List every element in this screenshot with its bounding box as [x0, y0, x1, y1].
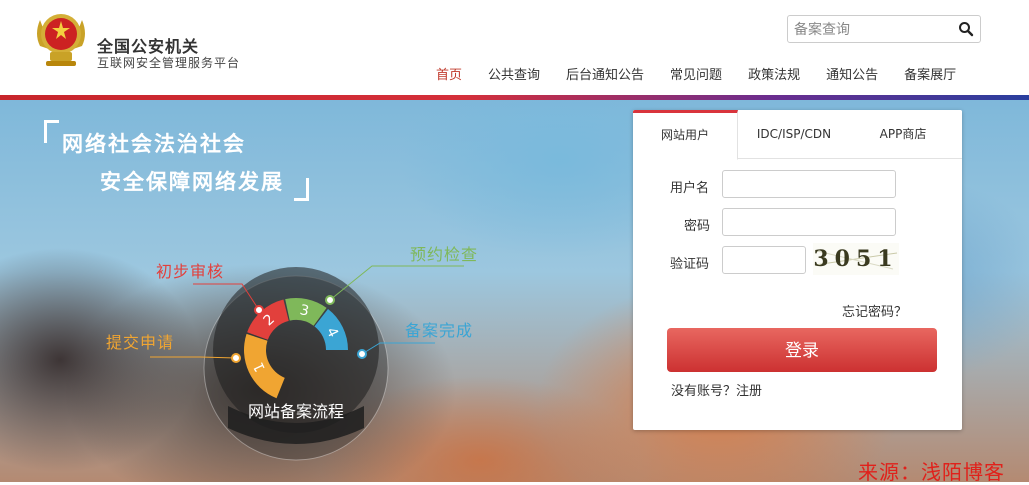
police-emblem-logo[interactable] [32, 6, 90, 68]
captcha-label: 验证码 [670, 257, 710, 272]
flow-step-label-4: 备案完成 [405, 321, 474, 340]
connector-dot-1 [231, 353, 241, 363]
captcha-text: 3051 [813, 246, 898, 272]
nav-home[interactable]: 首页 [436, 64, 462, 83]
connector-dot-2 [254, 305, 264, 315]
source-watermark: 来源：浅陌博客 [858, 460, 1005, 484]
site-subtitle: 互联网安全管理服务平台 [97, 56, 241, 70]
captcha-input[interactable] [722, 246, 806, 274]
flow-center-label: 网站备案流程 [248, 402, 344, 421]
flow-step-label-3: 预约检查 [410, 245, 479, 264]
login-panel: 网站用户 IDC/ISP/CDN APP商店 用户名 密码 验证码 3051 忘… [633, 110, 962, 430]
nav-public-query[interactable]: 公共查询 [488, 64, 540, 83]
login-tabs: 网站用户 IDC/ISP/CDN APP商店 [633, 110, 962, 160]
site-header: 全国公安机关 互联网安全管理服务平台 首页 公共查询 后台通知公告 常见问题 政… [0, 0, 1029, 95]
tab-app-store[interactable]: APP商店 [853, 110, 953, 158]
nav-notices[interactable]: 通知公告 [826, 64, 878, 83]
nav-showroom[interactable]: 备案展厅 [904, 64, 956, 83]
search-box [787, 15, 981, 43]
forgot-password-link[interactable]: 忘记密码？ [842, 301, 907, 320]
search-input[interactable] [792, 19, 956, 41]
username-label: 用户名 [670, 181, 710, 196]
tab-idc-isp-cdn[interactable]: IDC/ISP/CDN [739, 110, 849, 158]
nav-policies[interactable]: 政策法规 [748, 64, 800, 83]
username-input[interactable] [722, 170, 896, 198]
flow-step-label-1: 提交申请 [106, 333, 175, 352]
filing-flow-diagram: 1 2 3 4 网站备案流程 [150, 265, 464, 461]
login-button[interactable]: 登录 [667, 328, 937, 372]
search-icon[interactable] [958, 21, 974, 37]
captcha-image[interactable]: 3051 [813, 243, 899, 275]
main-nav: 首页 公共查询 后台通知公告 常见问题 政策法规 通知公告 备案展厅 [436, 64, 982, 83]
connector-step-1 [150, 356, 237, 359]
password-label: 密码 [684, 219, 711, 234]
connector-dot-4 [357, 349, 367, 359]
flow-step-label-2: 初步审核 [156, 262, 225, 281]
nav-faq[interactable]: 常见问题 [670, 64, 722, 83]
connector-dot-3 [325, 295, 335, 305]
nav-backend-notices[interactable]: 后台通知公告 [566, 64, 644, 83]
password-input[interactable] [722, 208, 896, 236]
tab-website-user[interactable]: 网站用户 [633, 110, 738, 160]
register-link[interactable]: 没有账号？注册 [671, 380, 762, 399]
